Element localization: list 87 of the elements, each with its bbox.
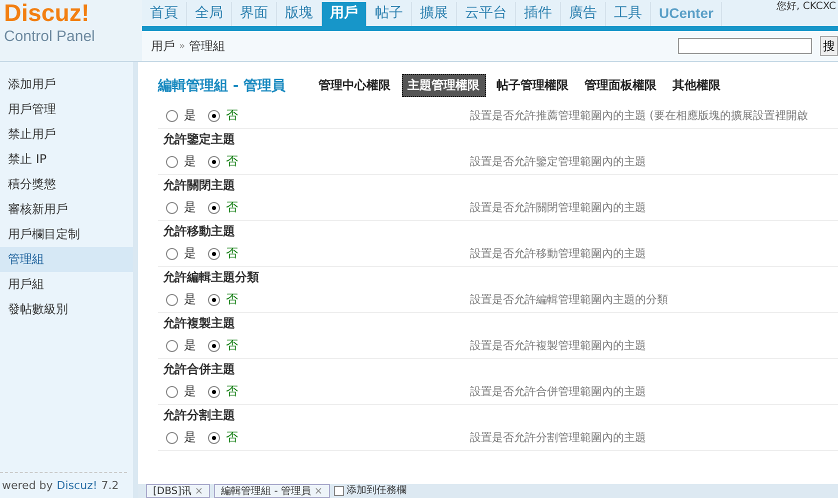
breadcrumb-current: 管理組 <box>189 38 226 54</box>
setting-title: 允許移動主題 <box>162 223 236 240</box>
discuz-link[interactable]: Discuz! <box>56 479 98 492</box>
powered-by-text: wered by <box>2 479 53 492</box>
radio-button[interactable] <box>208 248 220 260</box>
radio-button[interactable] <box>166 156 178 168</box>
nav-tab[interactable]: 擴展 <box>412 2 457 26</box>
no-label: 否 <box>226 153 238 170</box>
sidebar-item[interactable]: 用戶欄目定制 <box>0 222 133 247</box>
no-label: 否 <box>226 107 238 124</box>
radio-button[interactable] <box>166 386 178 398</box>
search-field[interactable] <box>678 38 812 54</box>
yes-label: 是 <box>184 429 196 446</box>
setting-title: 允許分割主題 <box>162 407 236 424</box>
logo-text: Discuz! <box>4 0 90 28</box>
setting-title: 允許關閉主題 <box>162 177 236 194</box>
no-label: 否 <box>226 291 238 308</box>
yes-label: 是 <box>184 383 196 400</box>
no-label: 否 <box>226 383 238 400</box>
setting-title: 允許合併主題 <box>162 361 236 378</box>
radio-button[interactable] <box>208 156 220 168</box>
task-tab[interactable]: [DBS]讯 × <box>146 484 210 498</box>
sidebar-item[interactable]: 用戶管理 <box>0 97 133 122</box>
nav-tab[interactable]: 廣告 <box>561 2 606 26</box>
nav-tab[interactable]: 云平台 <box>457 2 516 26</box>
permission-tab[interactable]: 帖子管理權限 <box>492 75 574 96</box>
radio-button[interactable] <box>166 294 178 306</box>
sidebar-item[interactable]: 審核新用戶 <box>0 197 133 222</box>
add-task-link[interactable]: 添加到任務欄 <box>334 484 407 498</box>
radio-button[interactable] <box>166 110 178 122</box>
permission-tab[interactable]: 其他權限 <box>668 75 726 96</box>
yes-label: 是 <box>184 153 196 170</box>
no-label: 否 <box>226 429 238 446</box>
yes-label: 是 <box>184 245 196 262</box>
greeting-text: 您好, CKCXC <box>776 1 836 13</box>
permission-tab[interactable]: 管理面板權限 <box>580 75 662 96</box>
setting-title: 允許鑒定主題 <box>162 131 236 148</box>
task-tab[interactable]: 編輯管理組 - 管理員 × <box>214 484 330 498</box>
setting-description: 設置是否允許分割管理範圍內的主題 <box>470 430 646 445</box>
radio-button[interactable] <box>166 202 178 214</box>
radio-button[interactable] <box>166 340 178 352</box>
yes-label: 是 <box>184 291 196 308</box>
permission-tab[interactable]: 主題管理權限 <box>402 74 486 97</box>
page-title: 編輯管理組 - 管理員 <box>158 76 286 94</box>
sidebar-item[interactable]: 發帖數級別 <box>0 297 133 322</box>
yes-label: 是 <box>184 199 196 216</box>
logo-subtitle: Control Panel <box>4 28 96 45</box>
setting-title: 允許編輯主題分類 <box>162 269 260 286</box>
radio-button[interactable] <box>208 432 220 444</box>
setting-description: 設置是否允許移動管理範圍內的主題 <box>470 246 646 261</box>
setting-title: 允許複製主題 <box>162 315 236 332</box>
no-label: 否 <box>226 245 238 262</box>
radio-button[interactable] <box>208 110 220 122</box>
breadcrumb-separator: » <box>179 40 186 52</box>
nav-tab[interactable]: 全局 <box>187 2 232 26</box>
radio-button[interactable] <box>208 202 220 214</box>
yes-label: 是 <box>184 107 196 124</box>
add-icon <box>334 486 344 496</box>
sidebar-item[interactable]: 禁止 IP <box>0 147 133 172</box>
setting-description: 設置是否允許編輯管理範圍內主題的分類 <box>470 292 668 307</box>
radio-button[interactable] <box>208 294 220 306</box>
nav-tab[interactable]: 界面 <box>232 2 277 26</box>
no-label: 否 <box>226 337 238 354</box>
search-button[interactable]: 搜 <box>820 36 838 56</box>
nav-tab[interactable]: 首頁 <box>142 2 187 26</box>
sidebar-item[interactable]: 積分獎懲 <box>0 172 133 197</box>
setting-description: 設置是否允許推薦管理範圍內的主題 (要在相應版塊的擴展設置裡開啟 <box>470 108 808 123</box>
nav-tab[interactable]: 工具 <box>606 2 651 26</box>
setting-description: 設置是否允許關閉管理範圍內的主題 <box>470 200 646 215</box>
sidebar-item[interactable]: 禁止用戶 <box>0 122 133 147</box>
radio-button[interactable] <box>208 340 220 352</box>
setting-description: 設置是否允許鑒定管理範圍內的主題 <box>470 154 646 169</box>
nav-tab[interactable]: 帖子 <box>367 2 412 26</box>
setting-description: 設置是否允許複製管理範圍內的主題 <box>470 338 646 353</box>
nav-tab[interactable]: 插件 <box>516 2 561 26</box>
radio-button[interactable] <box>208 386 220 398</box>
permission-tab[interactable]: 管理中心權限 <box>314 75 396 96</box>
breadcrumb-link[interactable]: 用戶 <box>151 38 175 54</box>
sidebar-item[interactable]: 管理組 <box>0 247 133 272</box>
yes-label: 是 <box>184 337 196 354</box>
no-label: 否 <box>226 199 238 216</box>
sidebar-item[interactable]: 用戶組 <box>0 272 133 297</box>
radio-button[interactable] <box>166 248 178 260</box>
version-text: 7.2 <box>101 479 119 492</box>
setting-description: 設置是否允許合併管理範圍內的主題 <box>470 384 646 399</box>
radio-button[interactable] <box>166 432 178 444</box>
sidebar-item[interactable]: 添加用戶 <box>0 72 133 97</box>
